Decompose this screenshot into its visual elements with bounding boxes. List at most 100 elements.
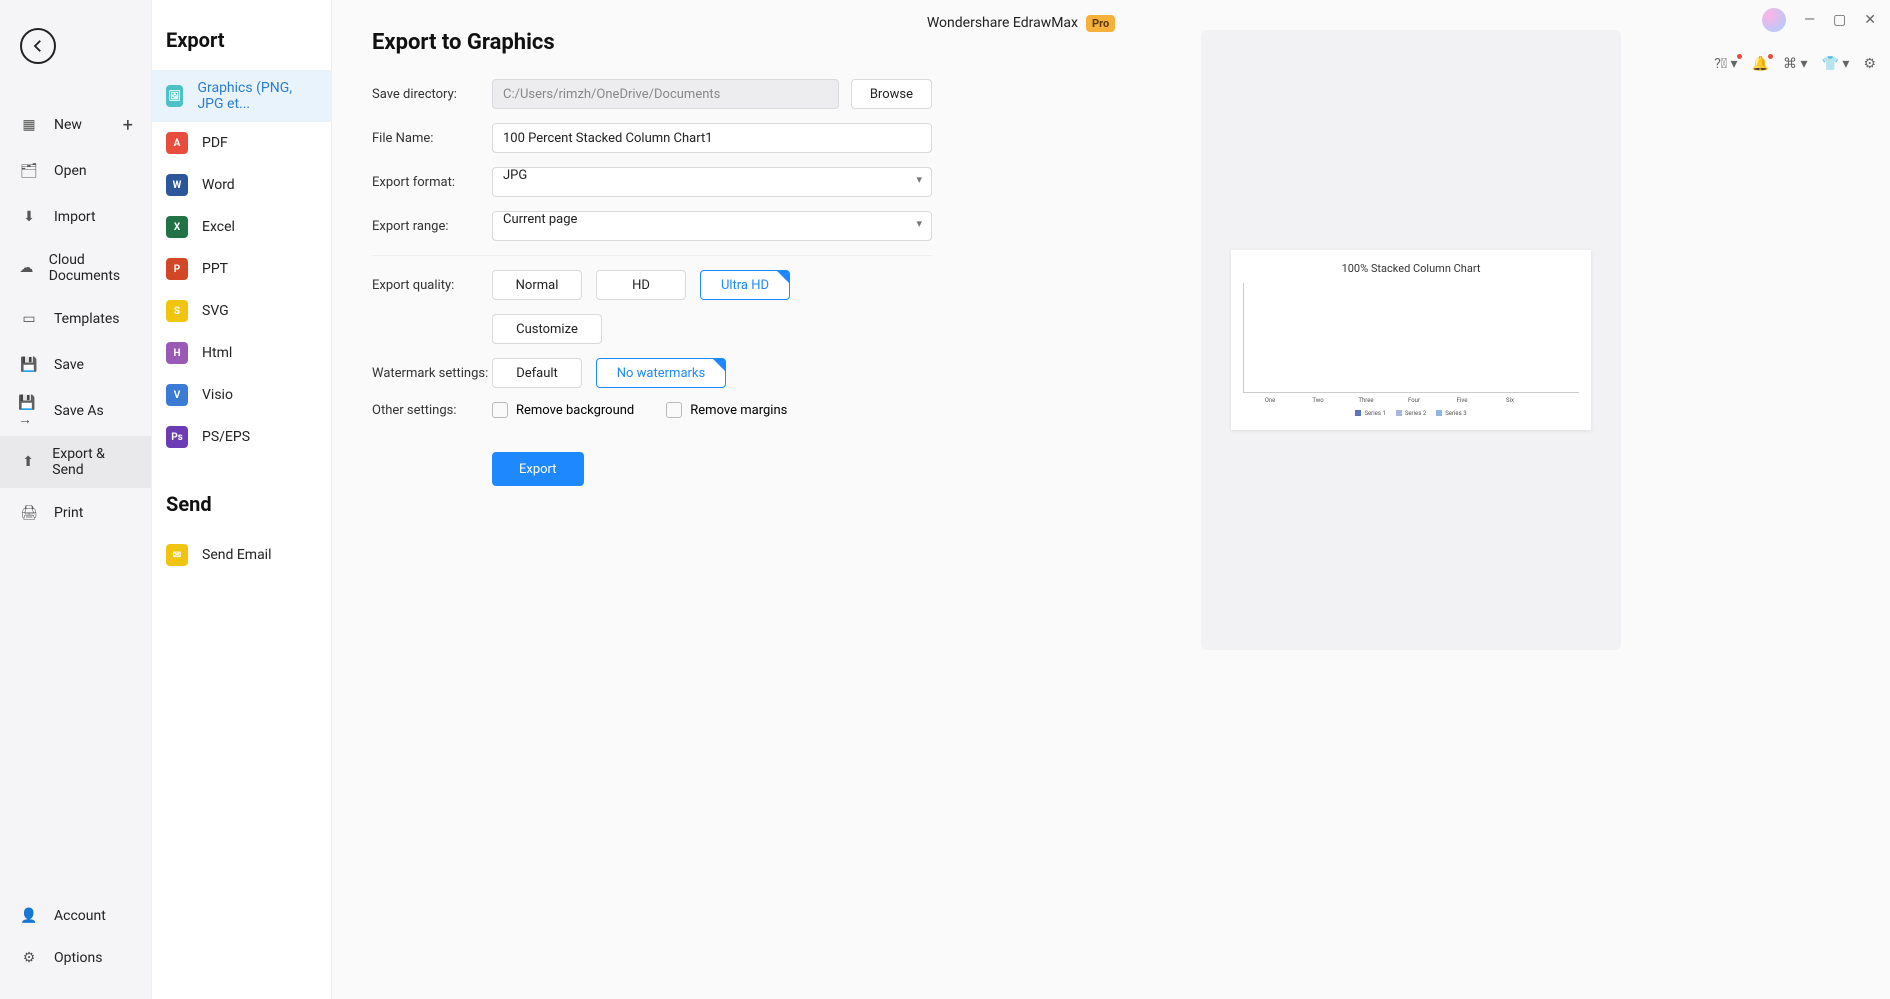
rail-templates[interactable]: ▭ Templates: [0, 298, 151, 340]
file-name-input[interactable]: [492, 123, 932, 153]
mail-icon: ✉: [166, 544, 188, 566]
rail-save[interactable]: 💾 Save: [0, 344, 151, 386]
export-graphics-label: Graphics (PNG, JPG et...: [197, 80, 317, 112]
left-rail: ▦ New + 🗂 Open ⬇ Import ☁ Cloud Document…: [0, 0, 152, 999]
rail-cloud-label: Cloud Documents: [49, 252, 133, 284]
rail-account-label: Account: [54, 908, 106, 924]
export-word-label: Word: [202, 177, 235, 193]
options-icon: ⚙: [18, 947, 40, 969]
close-button[interactable]: ✕: [1864, 12, 1876, 28]
pdf-file-icon: A: [166, 132, 188, 154]
label-quality: Export quality:: [372, 278, 492, 293]
checkbox-icon: [666, 402, 682, 418]
rail-open[interactable]: 🗂 Open: [0, 150, 151, 192]
export-button[interactable]: Export: [492, 452, 584, 486]
account-icon: 👤: [18, 905, 40, 927]
window-controls: — ▢ ✕: [1762, 8, 1876, 32]
rail-cloud[interactable]: ☁ Cloud Documents: [0, 242, 151, 294]
pro-badge: Pro: [1086, 15, 1115, 32]
range-select[interactable]: Current page: [492, 211, 932, 241]
format-select[interactable]: JPG: [492, 167, 932, 197]
plus-icon[interactable]: +: [123, 115, 133, 136]
toolbar-icons: ?⃝ ▾ 🔔 ⌘ ▾ 👕 ▾ ⚙: [1714, 56, 1876, 72]
range-value: Current page: [492, 211, 932, 241]
export-column: Export 🖼Graphics (PNG, JPG et... APDF WW…: [152, 0, 332, 999]
avatar-icon[interactable]: [1762, 8, 1786, 32]
export-word[interactable]: W Word: [152, 164, 331, 206]
image-file-icon: 🖼: [166, 85, 183, 107]
export-ppt[interactable]: PPPT: [152, 248, 331, 290]
chart-xaxis: OneTwoThreeFourFiveSix: [1243, 397, 1579, 404]
bell-icon[interactable]: 🔔: [1752, 56, 1769, 72]
export-graphics[interactable]: 🖼 Graphics (PNG, JPG et...: [152, 70, 331, 122]
export-ppt-label: PPT: [202, 261, 228, 277]
svg-file-icon: S: [166, 300, 188, 322]
send-email[interactable]: ✉ Send Email: [152, 534, 331, 576]
remove-bg-checkbox[interactable]: Remove background: [492, 402, 634, 418]
browse-button[interactable]: Browse: [851, 79, 932, 109]
shirt-icon[interactable]: 👕 ▾: [1822, 56, 1850, 72]
back-button[interactable]: [20, 28, 56, 64]
cloud-icon: ☁: [18, 257, 35, 279]
format-value: JPG: [492, 167, 932, 197]
quality-ultra[interactable]: Ultra HD: [700, 270, 790, 300]
quality-normal[interactable]: Normal: [492, 270, 582, 300]
title-bar: Wondershare EdrawMax Pro: [152, 0, 1890, 46]
save-dir-input: [492, 79, 839, 109]
gear-icon[interactable]: ⚙: [1863, 56, 1876, 72]
chart-title: 100% Stacked Column Chart: [1243, 262, 1579, 275]
quality-customize[interactable]: Customize: [492, 314, 602, 344]
rail-export-send-label: Export & Send: [52, 446, 133, 478]
rail-import-label: Import: [54, 209, 96, 225]
export-excel-label: Excel: [202, 219, 235, 235]
arrow-left-icon: [29, 37, 47, 55]
rail-import[interactable]: ⬇ Import: [0, 196, 151, 238]
help-icon[interactable]: ?⃝ ▾: [1714, 56, 1737, 72]
quality-hd[interactable]: HD: [596, 270, 686, 300]
export-excel[interactable]: X Excel: [152, 206, 331, 248]
rail-new[interactable]: ▦ New +: [0, 104, 151, 146]
grid-icon[interactable]: ⌘ ▾: [1783, 56, 1808, 72]
maximize-button[interactable]: ▢: [1833, 12, 1846, 28]
label-range: Export range:: [372, 219, 492, 234]
watermark-none[interactable]: No watermarks: [596, 358, 726, 388]
label-other: Other settings:: [372, 403, 492, 418]
app-title: Wondershare EdrawMax: [927, 15, 1078, 31]
send-email-label: Send Email: [202, 547, 272, 563]
chart-preview: 100% Stacked Column Chart OneTwoThreeFou…: [1231, 250, 1591, 430]
export-svg[interactable]: SSVG: [152, 290, 331, 332]
rail-account[interactable]: 👤 Account: [0, 895, 151, 937]
label-save-dir: Save directory:: [372, 87, 492, 102]
export-visio[interactable]: VVisio: [152, 374, 331, 416]
rail-print-label: Print: [54, 505, 83, 521]
preview-card: 100% Stacked Column Chart OneTwoThreeFou…: [1201, 30, 1621, 650]
rail-save-label: Save: [54, 357, 84, 373]
divider: [372, 255, 932, 256]
excel-file-icon: X: [166, 216, 188, 238]
save-as-icon: 💾→: [18, 400, 40, 422]
rail-export-send[interactable]: ⬆ Export & Send: [0, 436, 151, 488]
preview-area: 100% Stacked Column Chart OneTwoThreeFou…: [972, 30, 1850, 969]
export-pdf-label: PDF: [202, 135, 228, 151]
export-pseps[interactable]: PsPS/EPS: [152, 416, 331, 458]
watermark-default[interactable]: Default: [492, 358, 582, 388]
chart-legend: Series 1Series 2Series 3: [1243, 410, 1579, 417]
remove-bg-label: Remove background: [516, 403, 634, 418]
chart-plot: [1243, 283, 1579, 393]
export-pdf[interactable]: A PDF: [152, 122, 331, 164]
send-heading: Send: [152, 482, 331, 534]
rail-options-label: Options: [54, 950, 102, 966]
remove-margins-checkbox[interactable]: Remove margins: [666, 402, 787, 418]
rail-options[interactable]: ⚙ Options: [0, 937, 151, 979]
rail-print[interactable]: 🖨 Print: [0, 492, 151, 534]
export-form: Export to Graphics Save directory: Brows…: [372, 30, 932, 969]
rail-new-label: New: [54, 117, 82, 133]
minimize-button[interactable]: —: [1804, 12, 1815, 28]
save-icon: 💾: [18, 354, 40, 376]
export-html[interactable]: HHtml: [152, 332, 331, 374]
rail-save-as[interactable]: 💾→ Save As: [0, 390, 151, 432]
label-format: Export format:: [372, 175, 492, 190]
word-file-icon: W: [166, 174, 188, 196]
export-html-label: Html: [202, 345, 232, 361]
checkbox-icon: [492, 402, 508, 418]
